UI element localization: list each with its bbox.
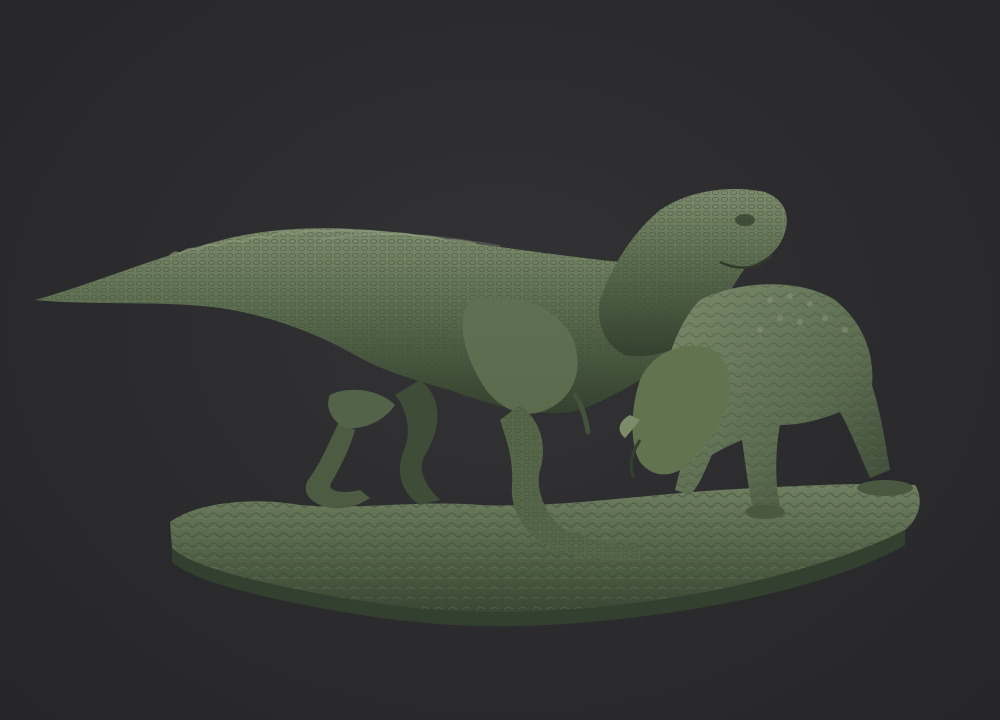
render-viewport xyxy=(0,0,1000,720)
sculpture-render xyxy=(35,189,920,627)
diorama-base xyxy=(170,483,920,627)
